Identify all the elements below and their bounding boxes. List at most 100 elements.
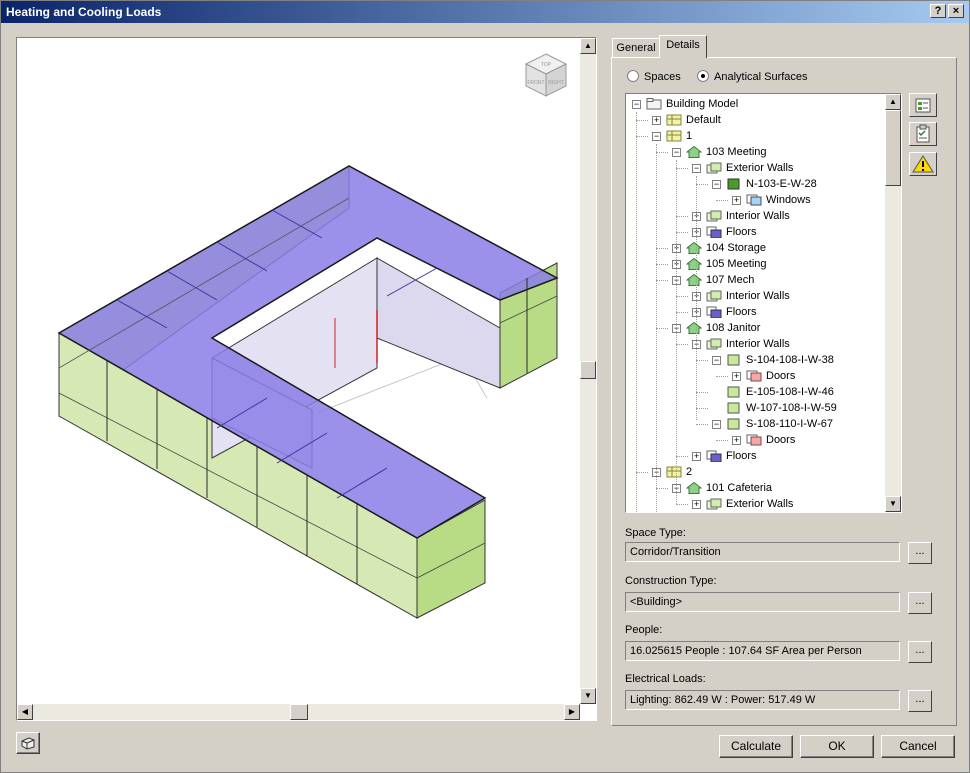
- tree-item[interactable]: −2: [626, 464, 884, 480]
- scroll-up-icon[interactable]: ▲: [580, 38, 596, 54]
- collapse-icon[interactable]: −: [712, 420, 721, 429]
- tree-vertical-scrollbar[interactable]: ▲ ▼: [885, 94, 901, 512]
- tab-general[interactable]: General: [612, 38, 660, 58]
- tree-item-label: 108 Janitor: [706, 322, 761, 334]
- scroll-right-icon[interactable]: ▶: [564, 704, 580, 720]
- people-label: People:: [625, 624, 663, 636]
- radio-spaces[interactable]: Spaces: [627, 70, 681, 83]
- level-icon: [666, 130, 682, 142]
- tree-item[interactable]: −1: [626, 128, 884, 144]
- tree-item[interactable]: + Exterior Walls: [626, 496, 884, 512]
- tree-item[interactable]: + Floors: [626, 304, 884, 320]
- viewport-horizontal-scrollbar[interactable]: ◀ ▶: [17, 704, 580, 720]
- expand-icon[interactable]: +: [732, 196, 741, 205]
- tree-item-label: Interior Walls: [726, 210, 790, 222]
- tree-item[interactable]: +105 Meeting: [626, 256, 884, 272]
- tree-item[interactable]: − Building Model: [626, 96, 884, 112]
- space-type-field: Corridor/Transition: [625, 542, 900, 562]
- tree-item[interactable]: − S-104-108-I-W-38: [626, 352, 884, 368]
- tree-item[interactable]: + Floors: [626, 448, 884, 464]
- viewcube-icon[interactable]: TOP FRONT RIGHT: [523, 52, 569, 98]
- people-browse-button[interactable]: ...: [908, 641, 932, 663]
- help-button[interactable]: ?: [930, 4, 946, 18]
- tree-item[interactable]: − Exterior Walls: [626, 160, 884, 176]
- viewport-horizontal-thumb[interactable]: [290, 704, 308, 720]
- viewport-vertical-thumb[interactable]: [580, 361, 596, 379]
- space-properties-icon: [915, 98, 931, 113]
- walls-icon: [706, 162, 722, 174]
- heating-cooling-loads-dialog: Heating and Cooling Loads ? × TOP FRONT …: [0, 0, 970, 773]
- walls-icon: [706, 290, 722, 302]
- collapse-icon[interactable]: −: [712, 180, 721, 189]
- tree-item-label: W-107-108-I-W-59: [746, 402, 837, 414]
- warnings-button[interactable]: [909, 152, 937, 176]
- expand-icon[interactable]: +: [692, 500, 701, 509]
- scroll-down-icon[interactable]: ▼: [580, 688, 596, 704]
- tree-item[interactable]: −101 Cafeteria: [626, 480, 884, 496]
- space-icon: [685, 321, 703, 334]
- tree-item[interactable]: + Default: [626, 112, 884, 128]
- tree-item[interactable]: −108 Janitor: [626, 320, 884, 336]
- tree-item[interactable]: + Doors: [626, 368, 884, 384]
- tree-item[interactable]: − N-103-E-W-28: [626, 176, 884, 192]
- collapse-icon[interactable]: −: [712, 356, 721, 365]
- tree-item-label: 2: [686, 466, 693, 478]
- model-tree[interactable]: − Building Model + Default −1−103 Meeting − Ex…: [625, 93, 902, 513]
- tree-item[interactable]: + Windows: [626, 192, 884, 208]
- ok-button[interactable]: OK: [800, 735, 874, 758]
- building-summary-button[interactable]: [909, 122, 937, 146]
- tree-item[interactable]: + Doors: [626, 432, 884, 448]
- model-viewport[interactable]: TOP FRONT RIGHT ▲ ▼ ◀ ▶: [16, 37, 597, 721]
- tree-item[interactable]: + Floors: [626, 224, 884, 240]
- tree-item[interactable]: −107 Mech: [626, 272, 884, 288]
- tree-item[interactable]: − S-108-110-I-W-67: [626, 416, 884, 432]
- tree-item[interactable]: − Interior Walls: [626, 336, 884, 352]
- tree-scroll-thumb[interactable]: [885, 110, 901, 186]
- view-toggle-button[interactable]: [16, 732, 40, 754]
- building-model-3d[interactable]: [17, 38, 580, 704]
- tree-item[interactable]: + Interior Walls: [626, 208, 884, 224]
- cancel-button[interactable]: Cancel: [881, 735, 955, 758]
- tree-scroll-down-icon[interactable]: ▼: [885, 496, 901, 512]
- walls-icon: [706, 210, 722, 222]
- collapse-icon[interactable]: −: [692, 164, 701, 173]
- clipboard-icon: [916, 124, 930, 143]
- tree-item[interactable]: − 103 Meeting: [626, 144, 884, 160]
- electrical-loads-browse-button[interactable]: ...: [908, 690, 932, 712]
- tree-guide-line: [636, 112, 637, 512]
- tab-details[interactable]: Details: [659, 35, 707, 58]
- floors-icon: [706, 306, 722, 319]
- tree-item[interactable]: +104 Storage: [626, 240, 884, 256]
- space-properties-button[interactable]: [909, 93, 937, 117]
- calculate-button[interactable]: Calculate: [719, 735, 793, 758]
- tree-item-label: 103 Meeting: [706, 146, 767, 158]
- tree-item[interactable]: + Interior Walls: [626, 288, 884, 304]
- collapse-icon[interactable]: −: [672, 148, 681, 157]
- collapse-icon[interactable]: −: [652, 132, 661, 141]
- space-type-browse-button[interactable]: ...: [908, 542, 932, 564]
- expand-icon[interactable]: +: [732, 372, 741, 381]
- tree-item-label: Exterior Walls: [726, 498, 794, 510]
- space-icon: [685, 481, 703, 494]
- viewport-vertical-scrollbar[interactable]: ▲ ▼: [580, 38, 596, 704]
- tree-scroll-up-icon[interactable]: ▲: [885, 94, 901, 110]
- radio-spaces-label: Spaces: [644, 71, 681, 83]
- radio-analytical-surfaces[interactable]: Analytical Surfaces: [697, 70, 808, 83]
- electrical-loads-label: Electrical Loads:: [625, 673, 706, 685]
- expand-icon[interactable]: +: [652, 116, 661, 125]
- floors-icon: [706, 226, 722, 239]
- close-button[interactable]: ×: [948, 4, 964, 18]
- folder-icon: [646, 98, 662, 110]
- tree-item[interactable]: W-107-108-I-W-59: [626, 400, 884, 416]
- electrical-loads-field: Lighting: 862.49 W : Power: 517.49 W: [625, 690, 900, 710]
- expand-icon[interactable]: +: [732, 436, 741, 445]
- radio-spaces-circle[interactable]: [627, 70, 639, 82]
- tree-item[interactable]: E-105-108-I-W-46: [626, 384, 884, 400]
- scroll-left-icon[interactable]: ◀: [17, 704, 33, 720]
- collapse-icon[interactable]: −: [632, 100, 641, 109]
- tree-guide-line: [676, 160, 677, 504]
- tree-guide-line: [696, 176, 697, 420]
- construction-type-browse-button[interactable]: ...: [908, 592, 932, 614]
- radio-analytical-circle[interactable]: [697, 70, 709, 82]
- expand-icon[interactable]: +: [692, 452, 701, 461]
